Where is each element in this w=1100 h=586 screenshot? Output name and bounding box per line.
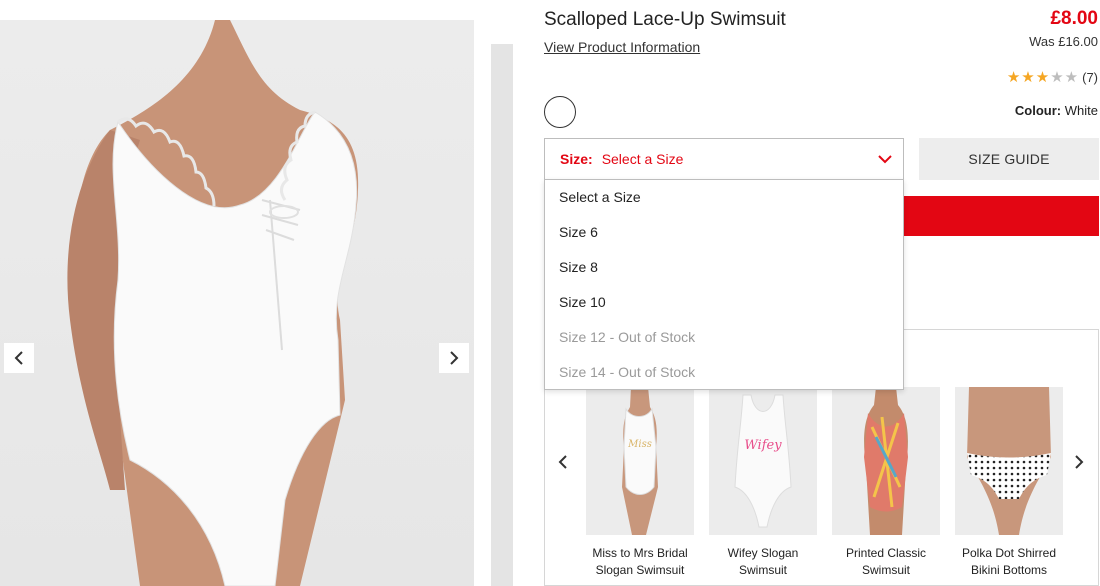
rec-name[interactable]: Wifey Slogan Swimsuit — [709, 545, 817, 579]
thumbnail-strip — [491, 44, 513, 586]
star-icon: ★ — [1035, 69, 1050, 86]
star-icon: ★ — [1006, 69, 1021, 86]
recs-next-button[interactable] — [1073, 454, 1085, 475]
size-dropdown-menu: Select a Size Size 6 Size 8 Size 10 Size… — [544, 179, 904, 390]
chevron-left-icon — [558, 455, 567, 469]
size-option[interactable]: Size 10 — [545, 285, 903, 320]
chevron-down-icon — [878, 155, 892, 164]
rec-image[interactable] — [832, 387, 940, 535]
was-price: Was £16.00 — [1029, 34, 1098, 49]
rating-stars: ★ ★ ★ ★ ★ — [1007, 70, 1078, 85]
rec-item[interactable]: Printed Classic Swimsuit — [832, 387, 940, 579]
rec-image[interactable]: Miss — [586, 387, 694, 535]
product-price: £8.00 — [1050, 8, 1098, 29]
rec-item[interactable]: Wifey Wifey Slogan Swimsuit — [709, 387, 817, 579]
rating[interactable]: ★ ★ ★ ★ ★ (7) — [1007, 70, 1098, 85]
rating-count: (7) — [1082, 70, 1098, 85]
rec-name[interactable]: Printed Classic Swimsuit — [832, 545, 940, 579]
size-guide-button[interactable]: SIZE GUIDE — [919, 138, 1099, 180]
rec-image[interactable] — [955, 387, 1063, 535]
size-option[interactable]: Size 8 — [545, 250, 903, 285]
recs-prev-button[interactable] — [557, 454, 569, 475]
rec-image[interactable]: Wifey — [709, 387, 817, 535]
size-label: Size: — [560, 151, 593, 167]
rec-item[interactable]: Miss Miss to Mrs Bridal Slogan Swimsuit — [586, 387, 694, 579]
size-select[interactable]: Size: Select a Size — [544, 138, 904, 180]
svg-text:Wifey: Wifey — [744, 438, 782, 453]
size-option-out-of-stock[interactable]: Size 12 - Out of Stock — [545, 320, 903, 355]
rec-item[interactable]: Polka Dot Shirred Bikini Bottoms — [955, 387, 1063, 579]
star-icon: ★ — [1021, 69, 1035, 86]
size-option-out-of-stock[interactable]: Size 14 - Out of Stock — [545, 355, 903, 390]
colour-swatch-white[interactable] — [544, 96, 576, 128]
size-option[interactable]: Size 6 — [545, 215, 903, 250]
size-value: Select a Size — [601, 151, 684, 167]
rec-name[interactable]: Miss to Mrs Bridal Slogan Swimsuit — [586, 545, 694, 579]
chevron-right-icon — [450, 351, 459, 365]
image-next-button[interactable] — [439, 343, 469, 373]
svg-text:Miss: Miss — [627, 439, 652, 450]
colour-label: Colour: — [1014, 103, 1062, 118]
size-option[interactable]: Select a Size — [545, 180, 903, 215]
star-icon: ★ — [1064, 69, 1079, 86]
view-product-info-link[interactable]: View Product Information — [544, 39, 700, 55]
product-title: Scalloped Lace-Up Swimsuit — [544, 9, 786, 30]
chevron-right-icon — [1075, 455, 1084, 469]
colour-value: White — [1064, 103, 1098, 118]
swimsuit-model-illustration — [67, 20, 359, 586]
star-icon: ★ — [1050, 69, 1064, 86]
chevron-left-icon — [14, 351, 23, 365]
rec-name[interactable]: Polka Dot Shirred Bikini Bottoms — [955, 545, 1063, 579]
colour-info: Colour: White — [1015, 103, 1098, 118]
image-prev-button[interactable] — [4, 343, 34, 373]
main-product-image — [0, 20, 474, 586]
